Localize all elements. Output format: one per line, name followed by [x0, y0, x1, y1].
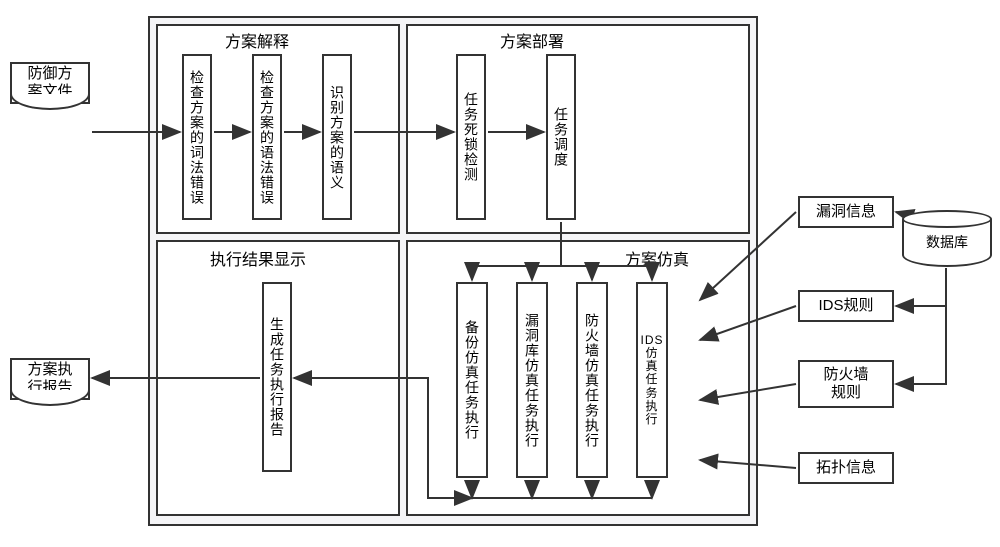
- step-label: 任务调度: [551, 107, 571, 167]
- step-label: 生成任务执行报告: [267, 317, 287, 437]
- step-label: 识别方案的语义: [327, 85, 347, 190]
- box-label: 拓扑信息: [816, 459, 876, 477]
- box-firewall-rules: 防火墙 规则: [798, 360, 894, 408]
- box-topology: 拓扑信息: [798, 452, 894, 484]
- step-sim-vuln: 漏洞库仿真任务执行: [516, 282, 548, 478]
- step-label: IDS仿真任务执行: [640, 334, 663, 426]
- step-label: 检查方案的语法错误: [257, 70, 277, 205]
- step-label: 检查方案的词法错误: [187, 70, 207, 205]
- step-label: 漏洞库仿真任务执行: [522, 313, 542, 448]
- step-sim-firewall: 防火墙仿真任务执行: [576, 282, 608, 478]
- step-sim-ids: IDS仿真任务执行: [636, 282, 668, 478]
- step-syntax: 检查方案的语法错误: [252, 54, 282, 220]
- step-label: 防火墙仿真任务执行: [582, 313, 602, 448]
- database-icon: 数据库: [902, 210, 992, 267]
- box-vuln-info: 漏洞信息: [798, 196, 894, 228]
- section-result-title: 执行结果显示: [210, 246, 306, 270]
- doc-label: 防御方 案文件: [27, 65, 72, 101]
- box-label: 漏洞信息: [816, 203, 876, 221]
- step-label: 备份仿真任务执行: [462, 320, 482, 440]
- doc-exec-report: 方案执 行报告: [10, 358, 90, 400]
- box-label: IDS规则: [818, 297, 873, 315]
- step-schedule: 任务调度: [546, 54, 576, 220]
- step-semantic: 识别方案的语义: [322, 54, 352, 220]
- db-label: 数据库: [926, 232, 968, 252]
- step-gen-report: 生成任务执行报告: [262, 282, 292, 472]
- step-deadlock: 任务死锁检测: [456, 54, 486, 220]
- box-label: 防火墙 规则: [823, 366, 868, 402]
- section-deploy-title: 方案部署: [500, 28, 564, 52]
- step-label: 任务死锁检测: [461, 92, 481, 182]
- step-sim-backup: 备份仿真任务执行: [456, 282, 488, 478]
- step-lexical: 检查方案的词法错误: [182, 54, 212, 220]
- box-ids-rules: IDS规则: [798, 290, 894, 322]
- section-sim-title: 方案仿真: [625, 246, 689, 270]
- doc-defense-file: 防御方 案文件: [10, 62, 90, 104]
- section-interpret-title: 方案解释: [225, 28, 289, 52]
- doc-label: 方案执 行报告: [27, 361, 72, 397]
